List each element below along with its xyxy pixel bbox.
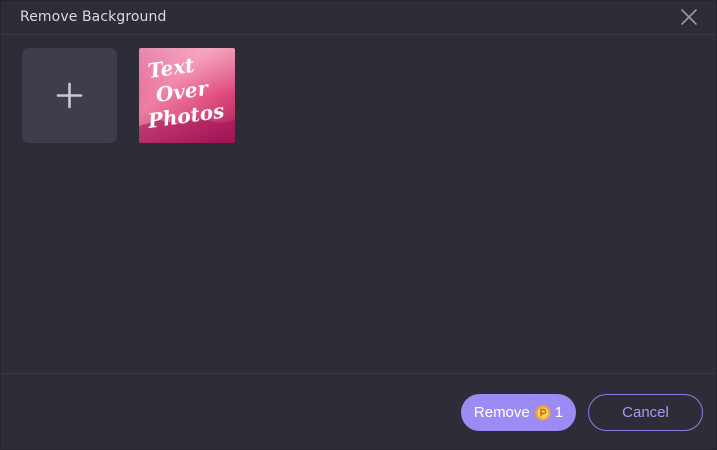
footer-divider	[1, 373, 716, 374]
add-image-button[interactable]	[22, 48, 117, 143]
cancel-button[interactable]: Cancel	[588, 394, 703, 431]
dialog-title: Remove Background	[20, 9, 167, 25]
cancel-button-label: Cancel	[622, 404, 669, 421]
remove-button-label: Remove	[473, 404, 530, 421]
plus-icon	[56, 82, 83, 109]
credit-coin-icon	[535, 405, 551, 420]
thumbnail-image: Text Over Photos	[139, 48, 235, 143]
dialog-titlebar: Remove Background	[1, 1, 716, 35]
image-thumbnail[interactable]: Text Over Photos	[139, 48, 235, 143]
close-icon[interactable]	[679, 7, 699, 27]
credit-cost: 1	[554, 404, 564, 421]
remove-background-dialog: Remove Background Text Over Photos Remov…	[0, 0, 717, 450]
remove-button[interactable]: Remove 1	[461, 394, 576, 431]
